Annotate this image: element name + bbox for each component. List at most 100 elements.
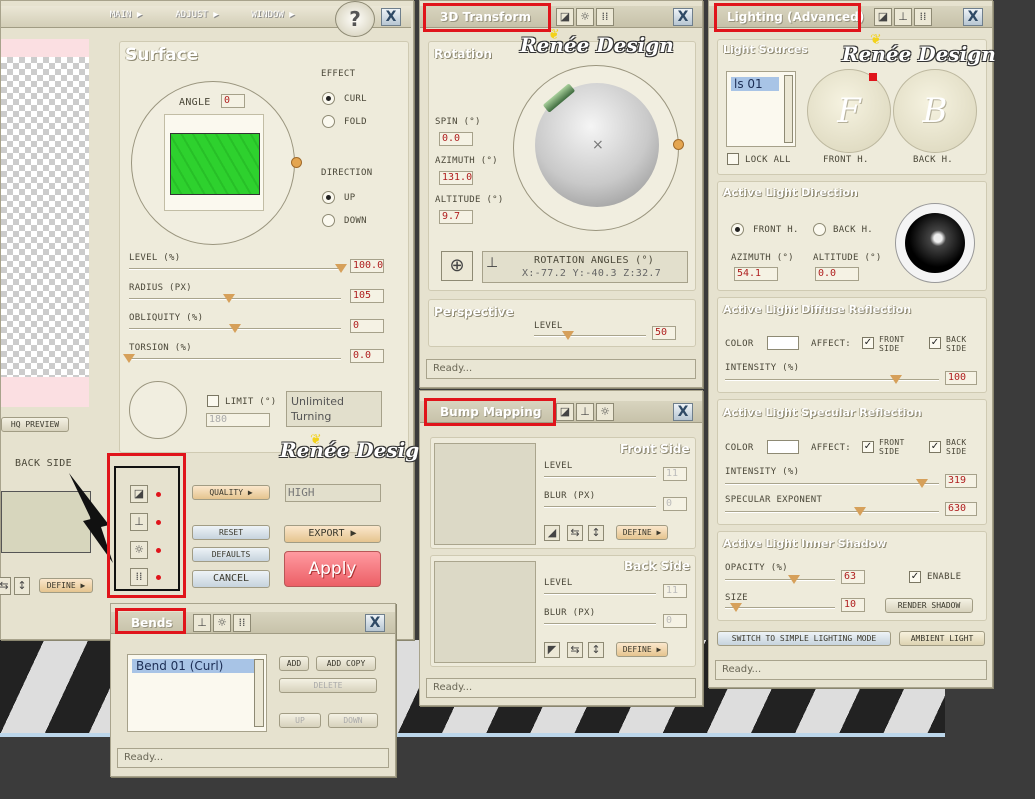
diffuse-front-checkbox[interactable]: ✓: [862, 337, 874, 349]
bump-front-preview[interactable]: [434, 443, 536, 545]
reset-rotation-icon[interactable]: ⊕: [441, 251, 473, 281]
limit-checkbox[interactable]: [207, 395, 219, 407]
perspective-level-input[interactable]: 50: [652, 326, 676, 340]
level-input[interactable]: 100.0: [350, 259, 384, 273]
bump-front-flip-h-icon[interactable]: ⇆: [567, 525, 583, 541]
bump-front-blur-slider[interactable]: [544, 506, 656, 508]
bend-delete-button[interactable]: DELETE: [279, 678, 377, 693]
bump-front-flip-v-icon[interactable]: ↕: [588, 525, 604, 541]
obliquity-slider-handle[interactable]: [229, 324, 241, 333]
bump-front-define-button[interactable]: DEFINE ▶: [616, 525, 668, 540]
direction-front-radio[interactable]: [731, 223, 744, 236]
light-sources-list[interactable]: ls 01: [726, 71, 796, 147]
diffuse-color-swatch[interactable]: [767, 336, 799, 350]
specular-back-checkbox[interactable]: ✓: [929, 441, 941, 453]
specular-intensity-slider[interactable]: [725, 483, 939, 485]
angle-input[interactable]: 0: [221, 94, 245, 108]
bends-list-scrollbar[interactable]: [254, 659, 264, 727]
diffuse-back-checkbox[interactable]: ✓: [929, 337, 941, 349]
torsion-slider-handle[interactable]: [123, 354, 135, 363]
surface-icon-bump[interactable]: ◪: [556, 403, 574, 421]
sun-icon-bump[interactable]: ☼: [596, 403, 614, 421]
up-radio[interactable]: [322, 191, 335, 204]
shadow-size-input[interactable]: 10: [841, 598, 865, 612]
grid-icon[interactable]: ⁞⁞: [233, 614, 251, 632]
render-shadow-button[interactable]: RENDER SHADOW: [885, 598, 973, 613]
perspective-slider[interactable]: [534, 335, 646, 337]
specular-exp-input[interactable]: 630: [945, 502, 977, 516]
arrows-v-icon[interactable]: ↕: [14, 577, 30, 595]
menu-window[interactable]: WINDOW ▶: [237, 9, 309, 24]
diffuse-intensity-input[interactable]: 100: [945, 371, 977, 385]
bend-down-button[interactable]: DOWN: [328, 713, 378, 728]
lock-all-checkbox[interactable]: [727, 153, 739, 165]
light-source-item[interactable]: ls 01: [731, 77, 779, 91]
apply-button[interactable]: Apply: [284, 551, 381, 587]
quality-button[interactable]: QUALITY ▶: [192, 485, 270, 500]
diffuse-intensity-handle[interactable]: [890, 375, 903, 384]
bends-list-item[interactable]: Bend 01 (Curl): [132, 659, 262, 673]
help-button[interactable]: ?: [335, 1, 375, 37]
bump-back-preview[interactable]: [434, 561, 536, 663]
radius-slider[interactable]: [129, 298, 341, 300]
azimuth-input[interactable]: 131.0: [439, 171, 473, 185]
down-radio[interactable]: [322, 214, 335, 227]
angle-dial-handle[interactable]: [291, 157, 302, 168]
grid-icon-transform[interactable]: ⁞⁞: [596, 8, 614, 26]
grid-icon-lighting[interactable]: ⁞⁞: [914, 8, 932, 26]
bend-add-button[interactable]: ADD: [279, 656, 309, 671]
quality-value[interactable]: HIGH: [285, 484, 381, 502]
specular-exp-slider[interactable]: [725, 511, 939, 513]
rotation-dial-handle[interactable]: [673, 139, 684, 150]
bend-up-button[interactable]: UP: [279, 713, 321, 728]
sun-icon-transform[interactable]: ☼: [576, 8, 594, 26]
bump-back-level-input[interactable]: 11: [663, 584, 687, 598]
fold-radio[interactable]: [322, 115, 335, 128]
torsion-input[interactable]: 0.0: [350, 349, 384, 363]
bump-back-define-button[interactable]: DEFINE ▶: [616, 642, 668, 657]
torsion-slider[interactable]: [129, 358, 341, 360]
axes-icon-lighting[interactable]: ⊥: [894, 8, 912, 26]
bends-close-button[interactable]: X: [365, 614, 385, 632]
transform-close-button[interactable]: X: [673, 8, 693, 26]
export-button[interactable]: EXPORT ▶: [284, 525, 381, 543]
light-direction-ball[interactable]: [895, 203, 975, 283]
limit-dial[interactable]: [129, 381, 187, 439]
bump-back-level-slider[interactable]: [544, 593, 656, 595]
axes-icon[interactable]: ⊥: [193, 614, 211, 632]
specular-intensity-handle[interactable]: [915, 479, 928, 488]
bump-front-level-slider[interactable]: [544, 476, 656, 478]
surface-icon[interactable]: ◪: [556, 8, 574, 26]
light-position-marker[interactable]: [869, 73, 877, 81]
specular-front-checkbox[interactable]: ✓: [862, 441, 874, 453]
bump-front-level-input[interactable]: 11: [663, 467, 687, 481]
specular-intensity-input[interactable]: 319: [945, 474, 977, 488]
obliquity-input[interactable]: 0: [350, 319, 384, 333]
switch-simple-mode-button[interactable]: SWITCH TO SIMPLE LIGHTING MODE: [717, 631, 891, 646]
radius-input[interactable]: 105: [350, 289, 384, 303]
bump-back-flip-v-icon[interactable]: ↕: [588, 642, 604, 658]
sun-icon[interactable]: ☼: [213, 614, 231, 632]
opacity-slider-handle[interactable]: [788, 575, 801, 584]
spin-input[interactable]: 0.0: [439, 132, 473, 146]
bend-add-copy-button[interactable]: ADD COPY: [316, 656, 376, 671]
back-side-define-button[interactable]: DEFINE ▶: [39, 578, 93, 593]
bump-close-button[interactable]: X: [673, 403, 693, 421]
bump-back-invert-icon[interactable]: ◤: [544, 642, 560, 658]
bump-back-blur-input[interactable]: 0: [663, 614, 687, 628]
front-hemisphere[interactable]: F: [807, 69, 891, 153]
level-slider-handle[interactable]: [335, 264, 347, 273]
diffuse-intensity-slider[interactable]: [725, 379, 939, 381]
bends-list[interactable]: Bend 01 (Curl): [127, 654, 267, 732]
lighting-close-button[interactable]: X: [963, 8, 983, 26]
arrows-h-icon[interactable]: ⇆: [0, 577, 11, 595]
bump-back-flip-h-icon[interactable]: ⇆: [567, 642, 583, 658]
light-sources-scrollbar[interactable]: [784, 75, 793, 143]
level-slider[interactable]: [129, 268, 341, 270]
light-azimuth-input[interactable]: 54.1: [734, 267, 778, 281]
surface-icon-lighting[interactable]: ◪: [874, 8, 892, 26]
limit-input[interactable]: 180: [206, 413, 270, 427]
bump-front-blur-input[interactable]: 0: [663, 497, 687, 511]
direction-back-radio[interactable]: [813, 223, 826, 236]
bump-front-invert-icon[interactable]: ◢: [544, 525, 560, 541]
